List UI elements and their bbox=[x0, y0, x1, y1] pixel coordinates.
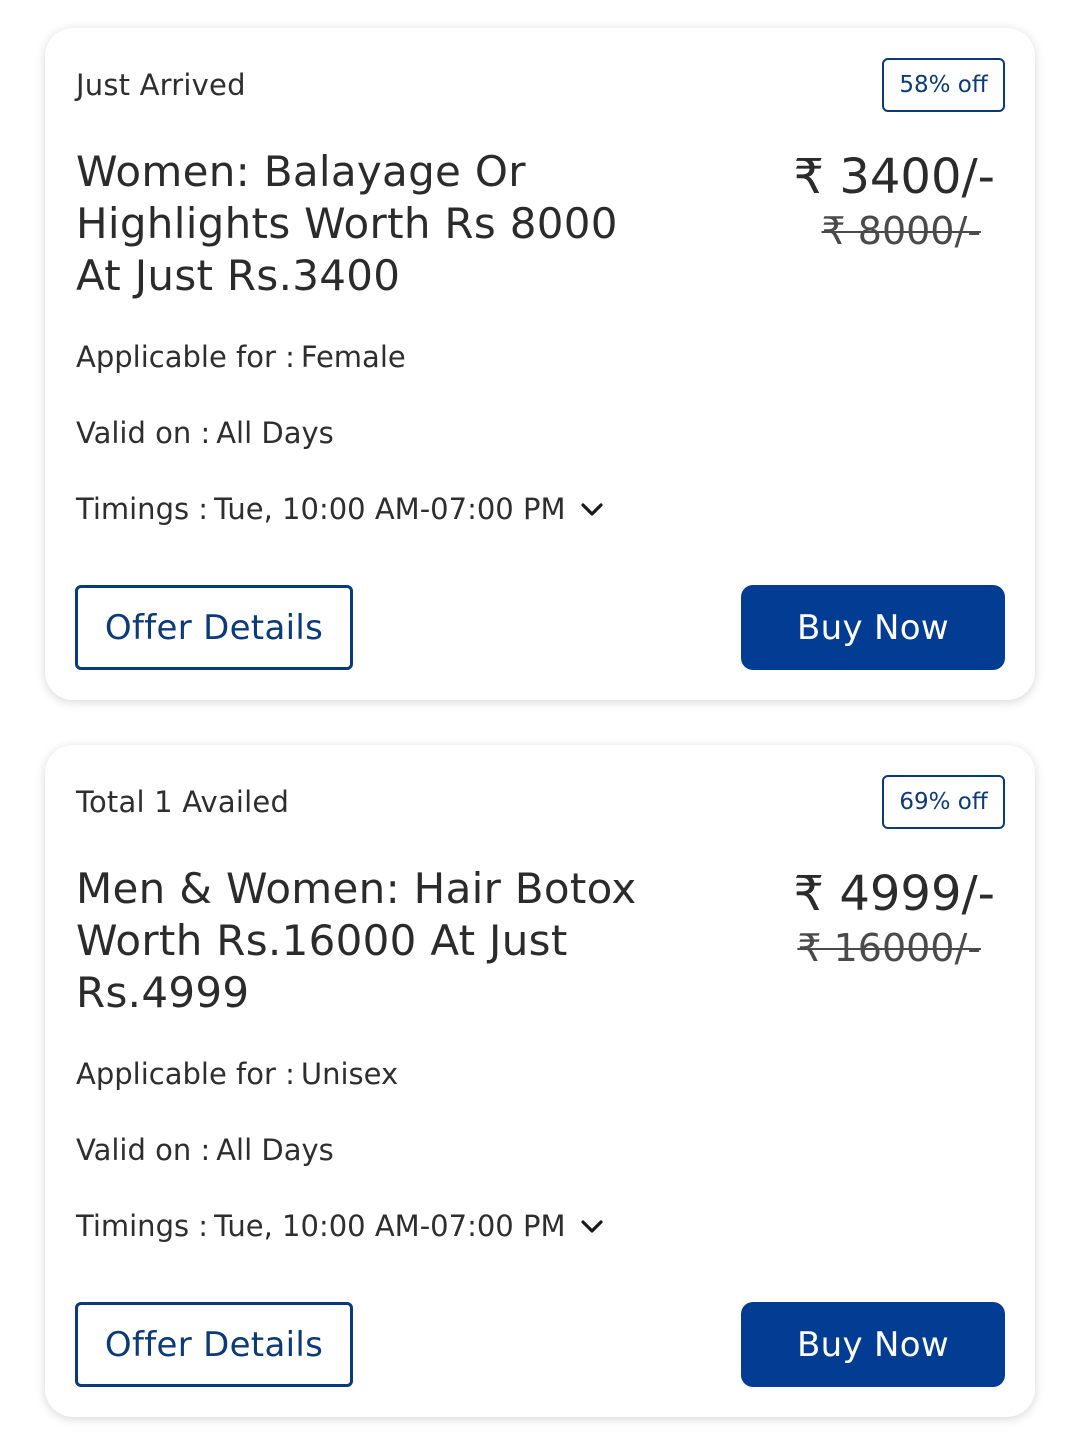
timings-row[interactable]: Timings : Tue, 10:00 AM-07:00 PM bbox=[76, 492, 605, 526]
original-price: ₹ 16000/- bbox=[797, 926, 981, 970]
applicable-for-row: Applicable for : Female bbox=[76, 340, 406, 374]
applicable-for-value: Female bbox=[300, 340, 406, 374]
valid-on-value: All Days bbox=[216, 1133, 334, 1167]
buy-now-button[interactable]: Buy Now bbox=[741, 1302, 1005, 1387]
discount-badge: 58% off bbox=[882, 58, 1005, 112]
offer-price: ₹ 4999/- bbox=[793, 866, 995, 922]
offer-details-button[interactable]: Offer Details bbox=[75, 585, 353, 670]
offer-tag: Just Arrived bbox=[76, 68, 246, 102]
offer-card: Total 1 Availed 69% off Men & Women: Hai… bbox=[45, 745, 1035, 1417]
offer-title: Men & Women: Hair Botox Worth Rs.16000 A… bbox=[76, 864, 637, 1017]
chevron-down-icon[interactable] bbox=[579, 1214, 605, 1240]
offer-details-button[interactable]: Offer Details bbox=[75, 1302, 353, 1387]
buy-now-button[interactable]: Buy Now bbox=[741, 585, 1005, 670]
chevron-down-icon[interactable] bbox=[579, 497, 605, 523]
offer-tag: Total 1 Availed bbox=[76, 785, 290, 819]
timings-value: Tue, 10:00 AM-07:00 PM bbox=[214, 492, 566, 526]
price-block: ₹ 4999/- ₹ 16000/- bbox=[695, 865, 995, 971]
timings-row[interactable]: Timings : Tue, 10:00 AM-07:00 PM bbox=[76, 1209, 605, 1243]
valid-on-value: All Days bbox=[216, 416, 334, 450]
timings-label: Timings : bbox=[76, 1209, 209, 1243]
timings-label: Timings : bbox=[76, 492, 209, 526]
valid-on-label: Valid on : bbox=[76, 416, 211, 450]
offer-card: Just Arrived 58% off Women: Balayage Or … bbox=[45, 28, 1035, 700]
applicable-for-value: Unisex bbox=[300, 1057, 399, 1091]
applicable-for-label: Applicable for : bbox=[76, 1057, 295, 1091]
applicable-for-label: Applicable for : bbox=[76, 340, 295, 374]
timings-value: Tue, 10:00 AM-07:00 PM bbox=[214, 1209, 566, 1243]
offer-title: Women: Balayage Or Highlights Worth Rs 8… bbox=[76, 147, 618, 300]
price-block: ₹ 3400/- ₹ 8000/- bbox=[695, 148, 995, 254]
discount-badge: 69% off bbox=[882, 775, 1005, 829]
valid-on-row: Valid on : All Days bbox=[76, 1133, 334, 1167]
offers-page: Just Arrived 58% off Women: Balayage Or … bbox=[0, 0, 1080, 1440]
valid-on-row: Valid on : All Days bbox=[76, 416, 334, 450]
offer-price: ₹ 3400/- bbox=[793, 149, 995, 205]
original-price: ₹ 8000/- bbox=[821, 209, 981, 253]
applicable-for-row: Applicable for : Unisex bbox=[76, 1057, 398, 1091]
valid-on-label: Valid on : bbox=[76, 1133, 211, 1167]
